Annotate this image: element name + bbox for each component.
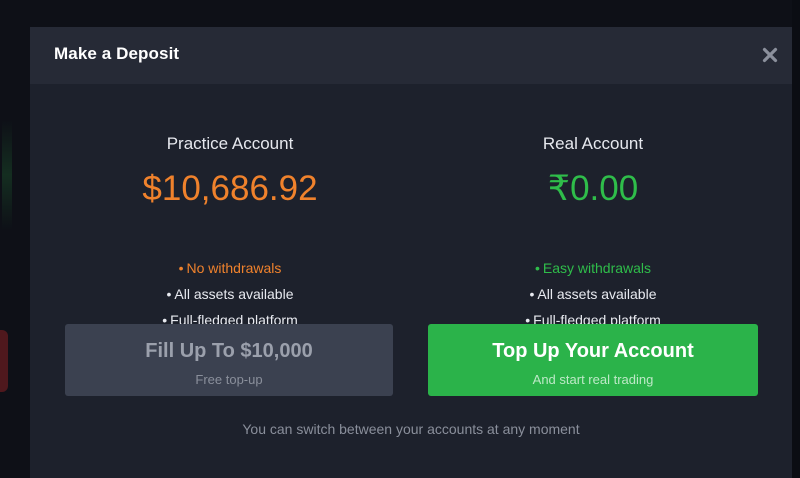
close-icon [762, 47, 778, 63]
real-feature-1: • Easy withdrawals [411, 260, 775, 276]
fill-up-button-sublabel: Free top-up [195, 372, 263, 387]
practice-account-balance: $10,686.92 [142, 169, 318, 208]
real-account-name: Real Account [542, 134, 644, 153]
real-feature-2: • All assets available [411, 286, 775, 302]
backdrop-red-indicator [0, 330, 8, 392]
backdrop-chart-glow [2, 120, 12, 230]
feature-text: All assets available [537, 286, 657, 302]
bullet: • [534, 260, 540, 276]
top-up-button-sublabel: And start real trading [532, 372, 654, 387]
practice-feature-1: • No withdrawals [48, 260, 412, 276]
feature-text: All assets available [174, 286, 294, 302]
top-up-real-button[interactable]: Top Up Your Account And start real tradi… [428, 324, 758, 396]
fill-up-practice-button[interactable]: Fill Up To $10,000 Free top-up [65, 324, 393, 396]
real-account-balance: ₹0.00 [547, 169, 639, 208]
close-button[interactable] [758, 43, 782, 67]
deposit-modal: Make a Deposit Practice Account $10,686.… [30, 27, 792, 478]
switch-accounts-note: You can switch between your accounts at … [242, 421, 580, 437]
fill-up-button-label: Fill Up To $10,000 [145, 340, 313, 362]
practice-account-name: Practice Account [166, 134, 294, 153]
modal-title: Make a Deposit [54, 44, 180, 63]
bullet: • [178, 260, 184, 276]
top-up-button-label: Top Up Your Account [492, 340, 694, 362]
bullet: • [166, 286, 172, 302]
feature-text: Easy withdrawals [542, 260, 652, 276]
feature-text: No withdrawals [186, 260, 282, 276]
practice-feature-2: • All assets available [48, 286, 412, 302]
bullet: • [529, 286, 535, 302]
backdrop-edge [792, 0, 800, 478]
modal-header: Make a Deposit [30, 27, 792, 84]
